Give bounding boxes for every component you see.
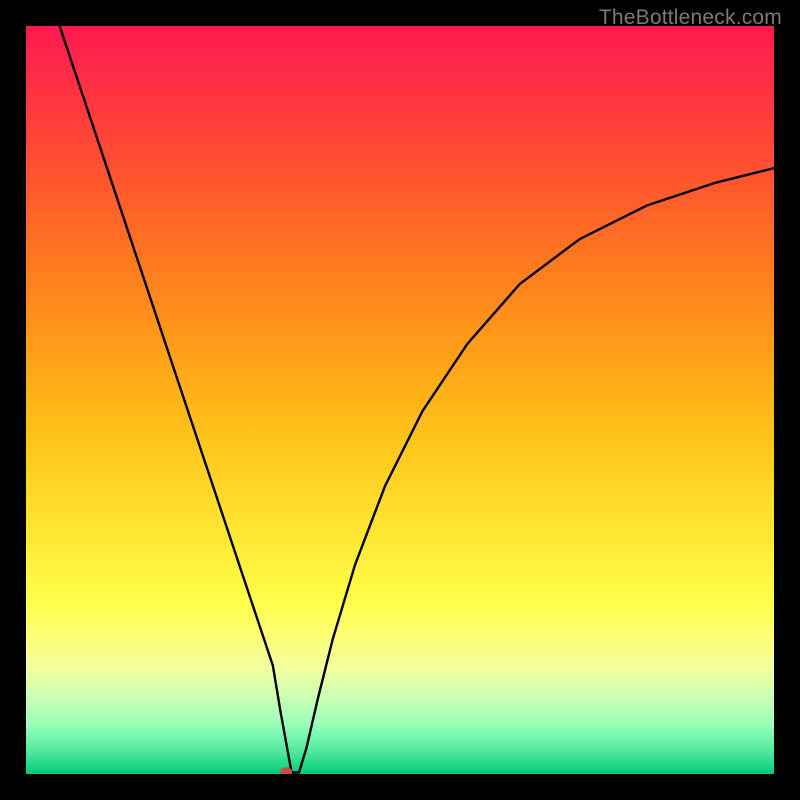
plot-area (26, 26, 774, 774)
chart-svg (26, 26, 774, 774)
chart-frame: TheBottleneck.com (0, 0, 800, 800)
watermark-text: TheBottleneck.com (599, 6, 782, 30)
bottleneck-curve (60, 26, 774, 773)
curve-layer (60, 26, 774, 773)
